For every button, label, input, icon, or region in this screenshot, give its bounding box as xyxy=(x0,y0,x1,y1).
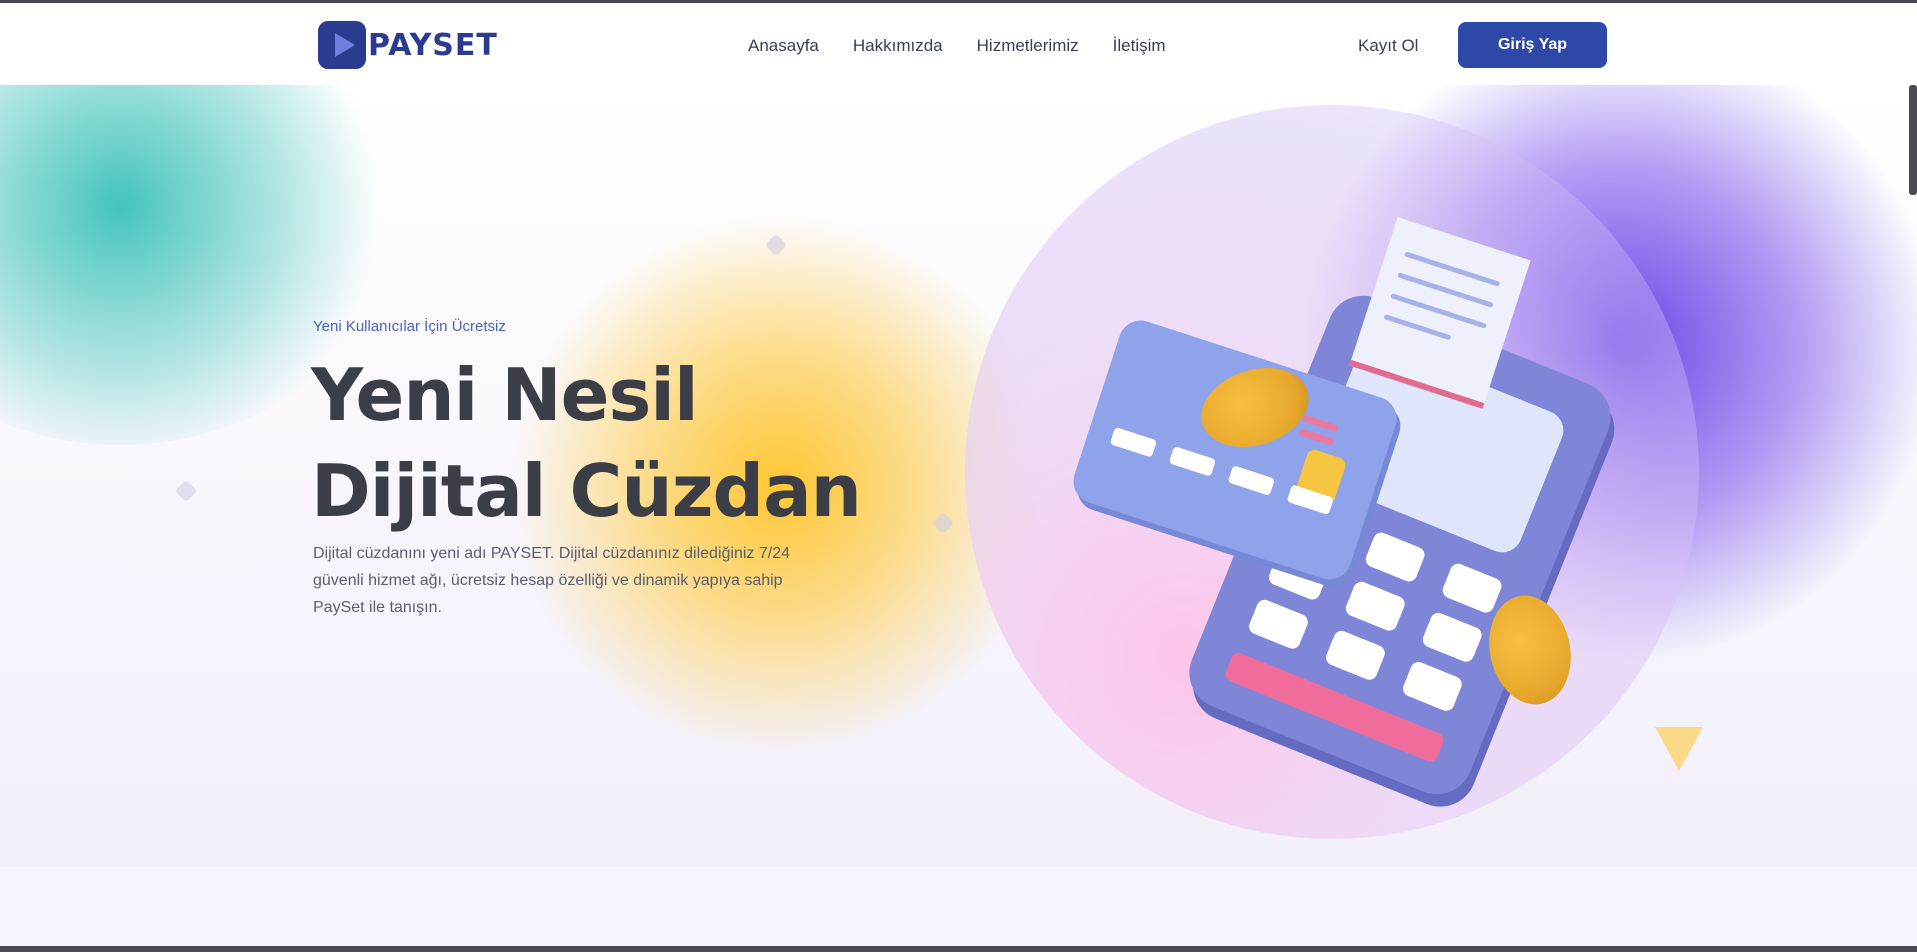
nav-item-about[interactable]: Hakkımızda xyxy=(853,36,943,56)
card-stripe xyxy=(1297,428,1335,446)
terminal-key xyxy=(1323,628,1388,683)
terminal-key xyxy=(1343,579,1408,633)
terminal-key xyxy=(1400,659,1465,714)
card-number-block xyxy=(1227,465,1276,496)
headline-line-2: Dijital Cüzdan xyxy=(311,449,862,533)
hero-headline: Yeni Nesil Dijital Cüzdan xyxy=(311,347,871,539)
decor-diamond-icon xyxy=(174,479,198,503)
window-bottom-border xyxy=(0,946,1917,952)
terminal-key xyxy=(1363,530,1427,584)
hero-description: Dijital cüzdanını yeni adı PAYSET. Dijit… xyxy=(313,545,790,616)
register-link[interactable]: Kayıt Ol xyxy=(1358,36,1418,56)
headline-line-1: Yeni Nesil xyxy=(311,353,699,437)
site-header: PAYSET Anasayfa Hakkımızda Hizmetlerimiz… xyxy=(0,3,1917,85)
pos-terminal-illustration-icon xyxy=(1067,195,1622,806)
main-nav: Anasayfa Hakkımızda Hizmetlerimiz İletiş… xyxy=(748,36,1166,56)
nav-item-home[interactable]: Anasayfa xyxy=(748,36,819,56)
card-number-block xyxy=(1109,426,1158,458)
next-section-band xyxy=(0,867,1917,946)
logo-text: PAYSET xyxy=(368,27,498,63)
brand-logo[interactable]: PAYSET xyxy=(318,19,498,71)
hero-section: Yeni Kullanıcılar İçin Ücretsiz Yeni Nes… xyxy=(0,85,1917,867)
decor-triangle-icon xyxy=(1655,727,1703,771)
nav-item-services[interactable]: Hizmetlerimiz xyxy=(977,36,1079,56)
card-number-block xyxy=(1168,446,1217,477)
logo-play-icon xyxy=(318,21,366,69)
hero-eyebrow: Yeni Kullanıcılar İçin Ücretsiz xyxy=(313,318,506,335)
nav-item-contact[interactable]: İletişim xyxy=(1113,36,1166,56)
terminal-key xyxy=(1246,597,1311,652)
page-scrollbar[interactable] xyxy=(1909,85,1917,195)
login-button[interactable]: Giriş Yap xyxy=(1458,22,1607,68)
receipt-line xyxy=(1383,314,1452,341)
terminal-key xyxy=(1440,561,1504,615)
terminal-key xyxy=(1420,610,1485,665)
